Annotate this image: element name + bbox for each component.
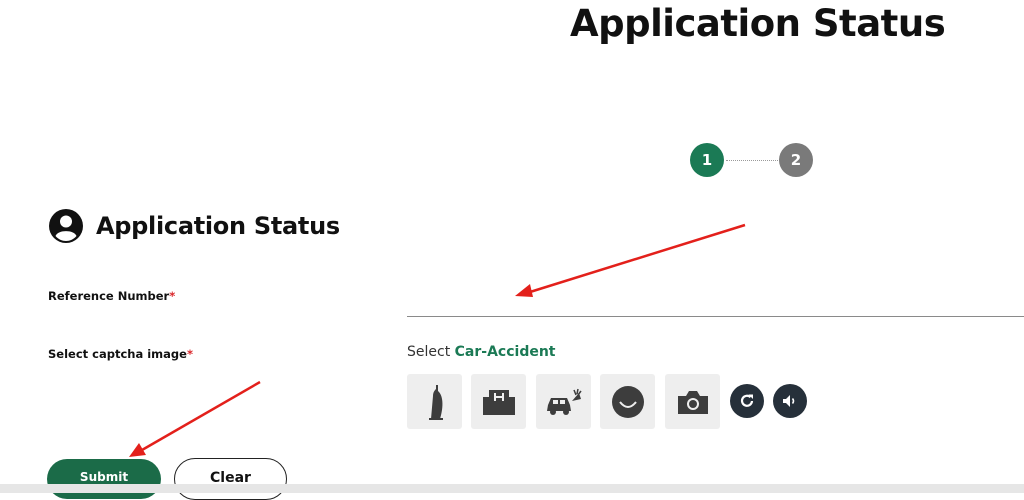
reference-number-input[interactable] (407, 290, 1024, 317)
captcha-prompt: Select Car-Accident (407, 344, 556, 360)
stepper: 1 2 (690, 143, 820, 179)
refresh-icon (740, 394, 754, 407)
captcha-label-text: Select captcha image (48, 347, 187, 361)
page-title: Application Status (570, 2, 946, 45)
captcha-label: Select captcha image* (48, 347, 193, 361)
captcha-tile-tower[interactable] (407, 374, 462, 429)
submit-button[interactable]: Submit (47, 459, 161, 499)
hospital-icon (482, 389, 515, 415)
user-circle-icon (49, 209, 83, 243)
camera-icon (677, 390, 708, 414)
smile-icon (611, 385, 644, 418)
required-asterisk: * (169, 289, 176, 303)
reference-number-label: Reference Number* (48, 289, 175, 303)
step-1[interactable]: 1 (690, 143, 724, 177)
reference-number-label-text: Reference Number (48, 289, 170, 303)
annotation-arrow-submit (129, 380, 261, 457)
audio-captcha-button[interactable] (773, 384, 807, 418)
car-accident-icon (546, 388, 582, 415)
captcha-tile-smile[interactable] (600, 374, 655, 429)
captcha-tile-camera[interactable] (665, 374, 720, 429)
step-2[interactable]: 2 (779, 143, 813, 177)
speaker-icon (783, 395, 795, 407)
section-title: Application Status (96, 212, 340, 240)
step-connector (726, 160, 778, 161)
refresh-captcha-button[interactable] (730, 384, 764, 418)
clear-button[interactable]: Clear (174, 458, 287, 500)
captcha-tile-car-accident[interactable] (536, 374, 591, 429)
bottom-edge-bar (0, 484, 1024, 493)
tower-icon (428, 384, 443, 420)
captcha-prompt-text: Select (407, 344, 451, 360)
captcha-tile-hospital[interactable] (471, 374, 526, 429)
section-header: Application Status (48, 208, 340, 244)
annotation-arrow-reference (515, 223, 746, 297)
captcha-target: Car-Accident (454, 344, 556, 360)
required-asterisk: * (186, 347, 193, 361)
